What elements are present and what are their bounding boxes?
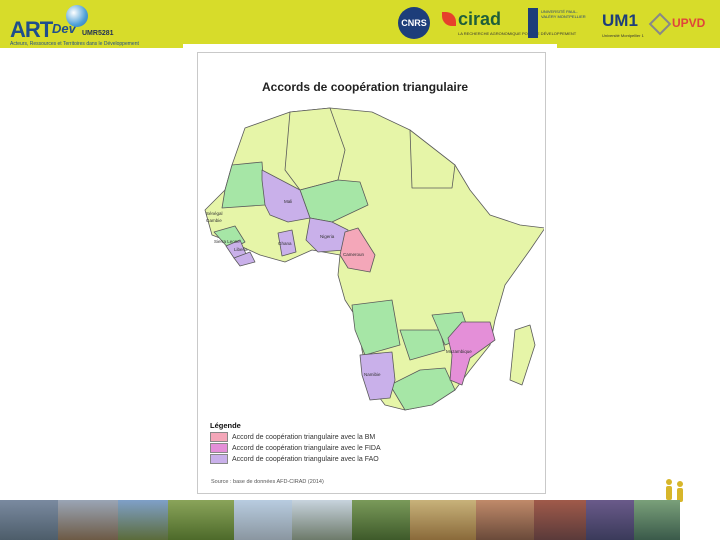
- legend-swatch-fao: [210, 454, 228, 464]
- legend-label-fao: Accord de coopération triangulaire avec …: [232, 455, 379, 463]
- upvd-logo[interactable]: UPVD: [648, 6, 714, 40]
- globe-icon: [66, 5, 88, 27]
- logo-umr-text: UMR5281: [82, 30, 114, 37]
- photo-woman: [476, 500, 534, 540]
- legend-label-fida: Accord de coopération triangulaire avec …: [232, 444, 381, 452]
- photo-fields: [352, 500, 410, 540]
- island-madagascar: [509, 324, 536, 386]
- logo-tagline: Acteurs, Ressources et Territoires dans …: [10, 41, 139, 47]
- photo-people: [58, 500, 118, 540]
- map-label-mali: Mali: [284, 199, 292, 204]
- artdev-logo[interactable]: ART Dev UMR5281 Acteurs, Ressources et T…: [8, 3, 139, 47]
- map-label-cameroon: Cameroun: [343, 252, 365, 257]
- country-egypt: [409, 129, 456, 189]
- diamond-icon: [648, 12, 672, 36]
- photo-city-tower: [292, 500, 352, 540]
- upv-emblem-icon: [528, 8, 538, 38]
- photo-market-goods: [410, 500, 476, 540]
- leaf-icon: [442, 12, 456, 26]
- photo-river-village: [634, 500, 680, 540]
- um1-subtitle: Université Montpellier 1: [602, 33, 644, 38]
- photo-hillside-town: [168, 500, 234, 540]
- cnrs-text: CNRS: [401, 18, 427, 28]
- country-angola: [351, 299, 401, 356]
- photo-vendor: [586, 500, 634, 540]
- country-mauritania: [221, 161, 266, 209]
- legend-item-fida: Accord de coopération triangulaire avec …: [210, 443, 381, 453]
- legend-swatch-fida: [210, 443, 228, 453]
- photo-market-crowd: [0, 500, 58, 540]
- upvd-text: UPVD: [672, 16, 706, 30]
- um1-logo[interactable]: UM1 Université Montpellier 1: [602, 6, 644, 40]
- map-label-gambia: Gambie: [206, 218, 222, 223]
- legend-label-bm: Accord de coopération triangulaire avec …: [232, 433, 376, 441]
- photo-skyscraper: [234, 500, 292, 540]
- legend-item-fao: Accord de coopération triangulaire avec …: [210, 454, 379, 464]
- map-label-ghana: Ghana: [278, 241, 292, 246]
- africa-map: Mali Sénégal Gambie Sierra Leone Liberia…: [204, 107, 544, 411]
- upv-logo[interactable]: UNIVERSITÉ PAUL-VALÉRY MONTPELLIER: [528, 6, 592, 40]
- photo-woman-hat: [118, 500, 168, 540]
- header-bar: ART Dev UMR5281 Acteurs, Ressources et T…: [0, 0, 720, 48]
- map-label-mozambique: Mozambique: [446, 349, 472, 354]
- legend-title: Légende: [210, 421, 241, 430]
- cirad-text: cirad: [458, 9, 502, 29]
- map-label-nigeria: Nigeria: [320, 234, 335, 239]
- photo-strip: [0, 500, 720, 540]
- legend-swatch-bm: [210, 432, 228, 442]
- map-label-senegal: Sénégal: [206, 211, 223, 216]
- map-label-namibia: Namibie: [364, 372, 381, 377]
- cirad-logo[interactable]: cirad LA RECHERCHE AGRONOMIQUE POUR LE D…: [440, 6, 576, 40]
- photo-truck: [534, 500, 586, 540]
- um1-text: UM1: [602, 11, 638, 30]
- map-source: Source : base de données AFD-CIRAD (2014…: [211, 479, 324, 485]
- upv-text: UNIVERSITÉ PAUL-VALÉRY MONTPELLIER: [541, 9, 586, 19]
- map-label-sierra-leone: Sierra Leone: [214, 239, 240, 244]
- logo-art-text: ART: [10, 17, 53, 42]
- map-label-liberia: Liberia: [234, 247, 248, 252]
- cnrs-logo[interactable]: CNRS: [398, 7, 430, 39]
- legend-item-bm: Accord de coopération triangulaire avec …: [210, 432, 375, 442]
